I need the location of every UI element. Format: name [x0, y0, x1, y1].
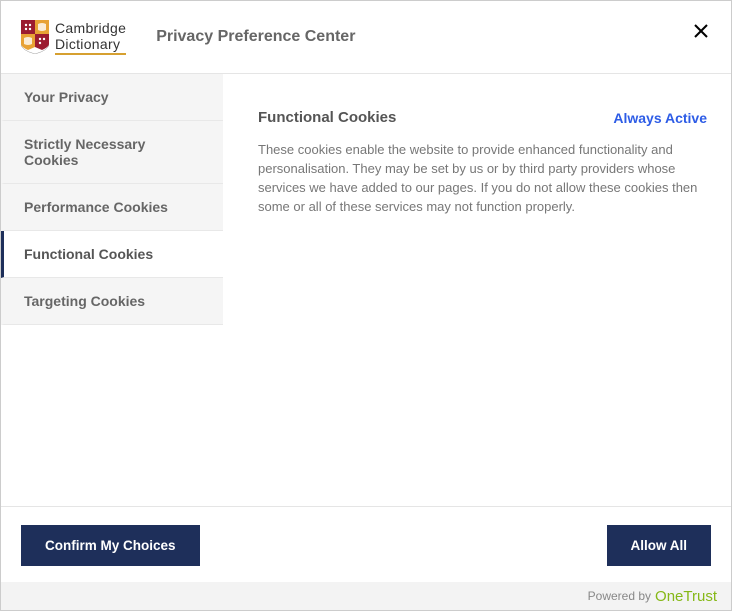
sidebar-item-label: Performance Cookies	[24, 199, 168, 215]
powered-by: Powered by OneTrust	[1, 582, 731, 610]
close-icon	[693, 23, 709, 39]
content-header: Functional Cookies Always Active	[258, 109, 707, 126]
dialog-main: Your Privacy Strictly Necessary Cookies …	[1, 74, 731, 506]
sidebar: Your Privacy Strictly Necessary Cookies …	[1, 74, 223, 506]
sidebar-item-privacy[interactable]: Your Privacy	[1, 74, 223, 121]
sidebar-item-functional[interactable]: Functional Cookies	[1, 231, 223, 278]
status-badge: Always Active	[613, 110, 707, 126]
close-button[interactable]	[691, 21, 711, 41]
sidebar-item-targeting[interactable]: Targeting Cookies	[1, 278, 223, 325]
sidebar-item-performance[interactable]: Performance Cookies	[1, 184, 223, 231]
sidebar-item-label: Strictly Necessary Cookies	[24, 136, 145, 168]
powered-label: Powered by	[588, 589, 651, 603]
logo-line1: Cambridge	[55, 20, 126, 36]
onetrust-label: OneTrust	[655, 588, 717, 605]
sidebar-item-label: Your Privacy	[24, 89, 109, 105]
dialog-footer: Confirm My Choices Allow All	[1, 506, 731, 583]
dialog-title: Privacy Preference Center	[156, 28, 711, 46]
sidebar-item-necessary[interactable]: Strictly Necessary Cookies	[1, 121, 223, 184]
dialog-header: Cambridge Dictionary Privacy Preference …	[1, 1, 731, 74]
content-title: Functional Cookies	[258, 109, 396, 126]
content-panel: Functional Cookies Always Active These c…	[223, 74, 731, 506]
confirm-button[interactable]: Confirm My Choices	[21, 525, 200, 566]
content-description: These cookies enable the website to prov…	[258, 141, 707, 216]
sidebar-item-label: Functional Cookies	[24, 246, 153, 262]
shield-icon	[21, 20, 49, 54]
sidebar-item-label: Targeting Cookies	[24, 293, 145, 309]
logo-line2: Dictionary	[55, 36, 126, 55]
allow-all-button[interactable]: Allow All	[607, 525, 712, 566]
logo-text: Cambridge Dictionary	[55, 20, 126, 55]
logo: Cambridge Dictionary	[21, 20, 126, 55]
